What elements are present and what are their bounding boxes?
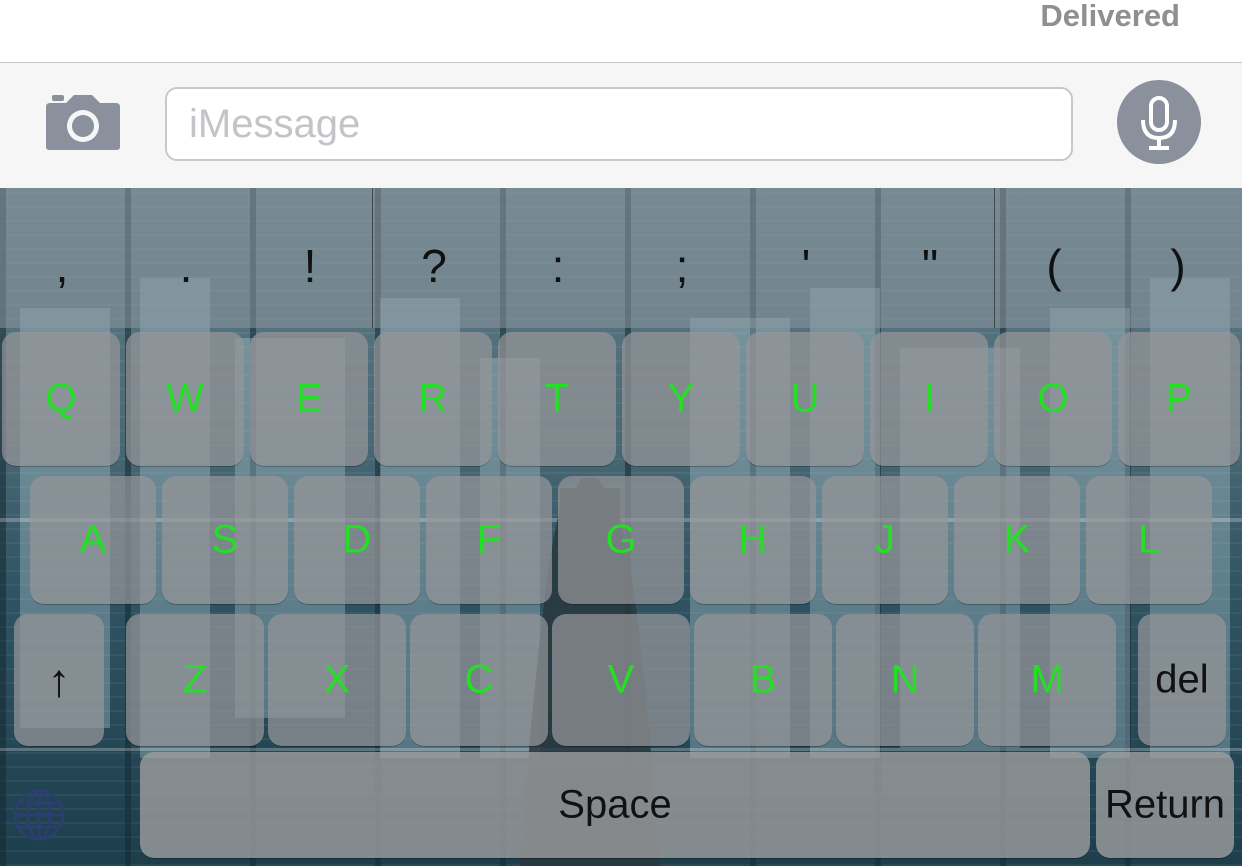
key-label: F [476,517,502,562]
key-question[interactable]: ? [372,226,496,306]
key-semicolon[interactable]: ; [620,226,744,306]
delivered-status: Delivered [1040,0,1180,33]
key-label: O [1037,376,1069,421]
key-d[interactable]: D [294,476,420,604]
key-comma[interactable]: , [0,226,124,306]
key-s[interactable]: S [162,476,288,604]
key-r[interactable]: R [374,332,492,466]
key-label: Y [667,376,695,421]
keyboard: , . ! ? : ; ' " ( ) Q W E R T Y U I O P … [0,188,1242,866]
return-key[interactable]: Return [1096,752,1234,858]
shift-key[interactable]: ↑ [14,614,104,746]
key-close-paren[interactable]: ) [1116,226,1240,306]
key-label: X [323,657,351,702]
microphone-icon [1141,96,1177,150]
shift-arrow-icon: ↑ [47,654,71,706]
key-colon[interactable]: : [496,226,620,306]
key-exclamation[interactable]: ! [248,226,372,306]
key-k[interactable]: K [954,476,1080,604]
key-label: H [738,517,768,562]
space-key-label: Space [558,782,672,827]
key-label: W [166,376,204,421]
key-label: D [342,517,372,562]
key-label: K [1003,517,1031,562]
key-q[interactable]: Q [2,332,120,466]
delete-key[interactable]: del [1138,614,1226,746]
key-v[interactable]: V [552,614,690,746]
key-z[interactable]: Z [126,614,264,746]
key-label: J [875,517,895,562]
key-y[interactable]: Y [622,332,740,466]
key-i[interactable]: I [870,332,988,466]
key-label: I [923,376,935,421]
key-label: M [1030,657,1064,702]
key-label: U [790,376,820,421]
return-key-label: Return [1104,782,1226,827]
key-n[interactable]: N [836,614,974,746]
key-l[interactable]: L [1086,476,1212,604]
key-label: N [890,657,920,702]
key-x[interactable]: X [268,614,406,746]
key-h[interactable]: H [690,476,816,604]
key-label: T [544,376,570,421]
key-apostrophe[interactable]: ' [744,226,868,306]
key-w[interactable]: W [126,332,244,466]
delete-key-label: del [1155,657,1209,702]
key-j[interactable]: J [822,476,948,604]
key-label: P [1165,376,1193,421]
globe-icon [13,789,65,841]
imessage-text-field[interactable] [167,89,1071,159]
punctuation-row: , . ! ? : ; ' " ( ) [0,188,1242,328]
key-label: Q [45,376,77,421]
globe-key[interactable] [8,784,70,846]
key-label: S [211,517,239,562]
key-label: L [1137,517,1161,562]
camera-button[interactable] [44,93,122,151]
key-label: G [605,517,637,562]
key-m[interactable]: M [978,614,1116,746]
key-open-paren[interactable]: ( [992,226,1116,306]
key-period[interactable]: . [124,226,248,306]
key-label: R [418,376,448,421]
dictation-button[interactable] [1117,80,1201,164]
space-key[interactable]: Space [140,752,1090,858]
key-f[interactable]: F [426,476,552,604]
key-label: E [295,376,323,421]
imessage-input[interactable] [165,87,1073,161]
camera-icon [46,95,120,150]
conversation-area: Delivered [0,0,1242,63]
key-o[interactable]: O [994,332,1112,466]
key-g[interactable]: G [558,476,684,604]
key-c[interactable]: C [410,614,548,746]
key-u[interactable]: U [746,332,864,466]
key-label: B [749,657,777,702]
key-p[interactable]: P [1118,332,1240,466]
key-t[interactable]: T [498,332,616,466]
key-quote[interactable]: " [868,226,992,306]
key-label: A [79,517,107,562]
key-a[interactable]: A [30,476,156,604]
key-b[interactable]: B [694,614,832,746]
key-label: C [464,657,494,702]
key-label: V [607,657,635,702]
key-label: Z [182,657,208,702]
key-e[interactable]: E [250,332,368,466]
